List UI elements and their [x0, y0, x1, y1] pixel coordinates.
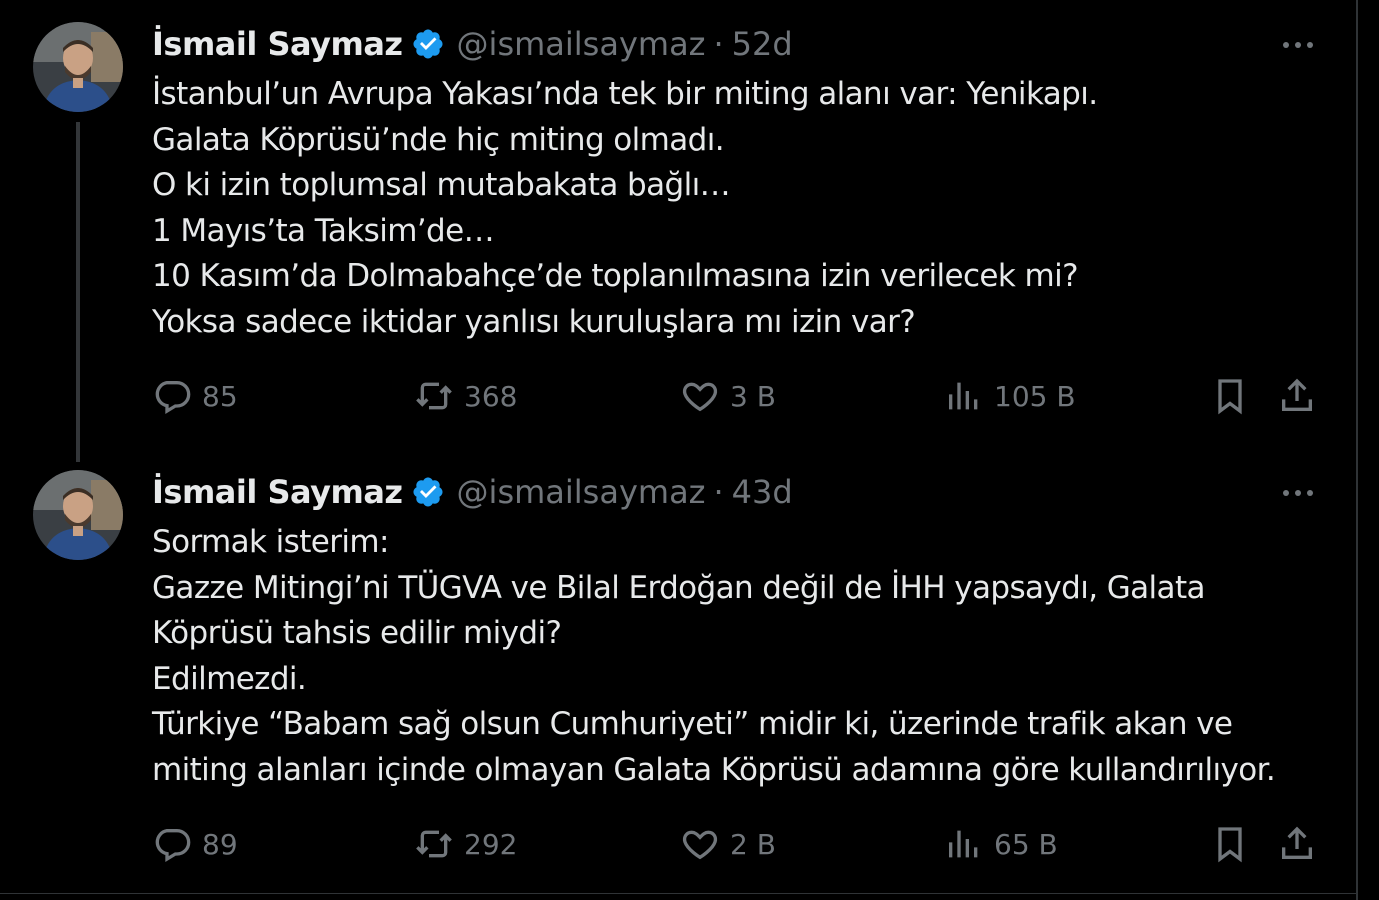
repost-button[interactable]: 368: [414, 371, 517, 421]
tweet-text-line: 10 Kasım’da Dolmabahçe’de toplanılmasına…: [152, 258, 1079, 294]
tweet-text-line: miting alanları içinde olmayan Galata Kö…: [152, 751, 1276, 788]
author-name[interactable]: İsmail Saymaz: [152, 473, 403, 511]
author-handle[interactable]: @ismailsaymaz: [457, 25, 706, 63]
like-button[interactable]: 2 B: [680, 819, 776, 869]
tweet-text: Sormak isterim: Gazze Mitingi’ni TÜGVA v…: [152, 520, 1332, 793]
tweet-actions: 85 368 3 B 105 B: [0, 371, 1356, 421]
more-options-icon[interactable]: [1280, 478, 1316, 508]
separator-dot: ·: [713, 473, 724, 511]
tweet-text-line: Edilmezdi.: [152, 660, 307, 697]
tweet-divider: [0, 893, 1356, 894]
views-icon: [949, 830, 978, 858]
reply-button[interactable]: 85: [152, 371, 238, 421]
tweet-text: İstanbul’un Avrupa Yakası’nda tek bir mi…: [152, 72, 1332, 345]
tweet-actions: 89 292 2 B 65 B: [0, 819, 1356, 869]
timestamp[interactable]: 43d: [732, 473, 793, 511]
tweet-text-line: Sormak isterim:: [152, 524, 389, 560]
repost-count: 292: [464, 827, 518, 861]
verified-badge-icon[interactable]: [411, 475, 445, 509]
author-handle[interactable]: @ismailsaymaz: [457, 473, 706, 511]
tweet-text-line: Köprüsü tahsis edilir miydi?: [152, 615, 562, 651]
tweet-text-line: Gazze Mitingi’ni TÜGVA ve Bilal Erdoğan …: [152, 569, 1206, 606]
tweet[interactable]: İsmail Saymaz @ismailsaymaz · 52d İstanb…: [0, 0, 1356, 448]
views-button[interactable]: 105 B: [944, 371, 1076, 421]
tweet-header: İsmail Saymaz @ismailsaymaz · 43d: [152, 472, 793, 512]
like-count: 3 B: [730, 379, 776, 413]
views-count: 65 B: [994, 827, 1058, 861]
bookmark-button[interactable]: [1210, 819, 1250, 869]
tweet-header: İsmail Saymaz @ismailsaymaz · 52d: [152, 24, 793, 64]
share-icon: [1282, 826, 1312, 859]
tweet-text-line: İstanbul’un Avrupa Yakası’nda tek bir mi…: [152, 76, 1098, 112]
author-name[interactable]: İsmail Saymaz: [152, 25, 403, 63]
views-count: 105 B: [994, 379, 1076, 413]
tweet-text-line: Türkiye “Babam sağ olsun Cumhuriyeti” mi…: [152, 706, 1233, 742]
separator-dot: ·: [713, 25, 724, 63]
views-button[interactable]: 65 B: [944, 819, 1058, 869]
repost-count: 368: [464, 379, 518, 413]
repost-button[interactable]: 292: [414, 819, 517, 869]
reply-button[interactable]: 89: [152, 819, 238, 869]
column-border: [1356, 0, 1358, 900]
like-icon: [682, 382, 718, 412]
share-button[interactable]: [1277, 371, 1317, 421]
tweet-text-line: Galata Köprüsü’nde hiç miting olmadı.: [152, 121, 725, 158]
bookmark-icon: [1218, 379, 1242, 415]
reply-count: 89: [202, 827, 238, 861]
repost-icon: [416, 382, 452, 410]
like-count: 2 B: [730, 827, 776, 861]
reply-icon: [155, 381, 191, 414]
tweet-text-line: Yoksa sadece iktidar yanlısı kuruluşlara…: [152, 303, 916, 340]
timestamp[interactable]: 52d: [732, 25, 793, 63]
avatar[interactable]: [33, 22, 123, 112]
like-icon: [682, 830, 718, 860]
repost-icon: [416, 830, 452, 858]
tweet-text-line: O ki izin toplumsal mutabakata bağlı…: [152, 167, 731, 203]
reply-count: 85: [202, 379, 238, 413]
tweet-text-line: 1 Mayıs’ta Taksim’de…: [152, 212, 495, 249]
share-button[interactable]: [1277, 819, 1317, 869]
share-icon: [1282, 378, 1312, 411]
verified-badge-icon[interactable]: [411, 27, 445, 61]
avatar[interactable]: [33, 470, 123, 560]
tweet[interactable]: İsmail Saymaz @ismailsaymaz · 43d Sormak…: [0, 448, 1356, 893]
reply-icon: [155, 829, 191, 862]
views-icon: [949, 382, 978, 410]
like-button[interactable]: 3 B: [680, 371, 776, 421]
bookmark-icon: [1218, 827, 1242, 863]
bookmark-button[interactable]: [1210, 371, 1250, 421]
more-options-icon[interactable]: [1280, 30, 1316, 60]
